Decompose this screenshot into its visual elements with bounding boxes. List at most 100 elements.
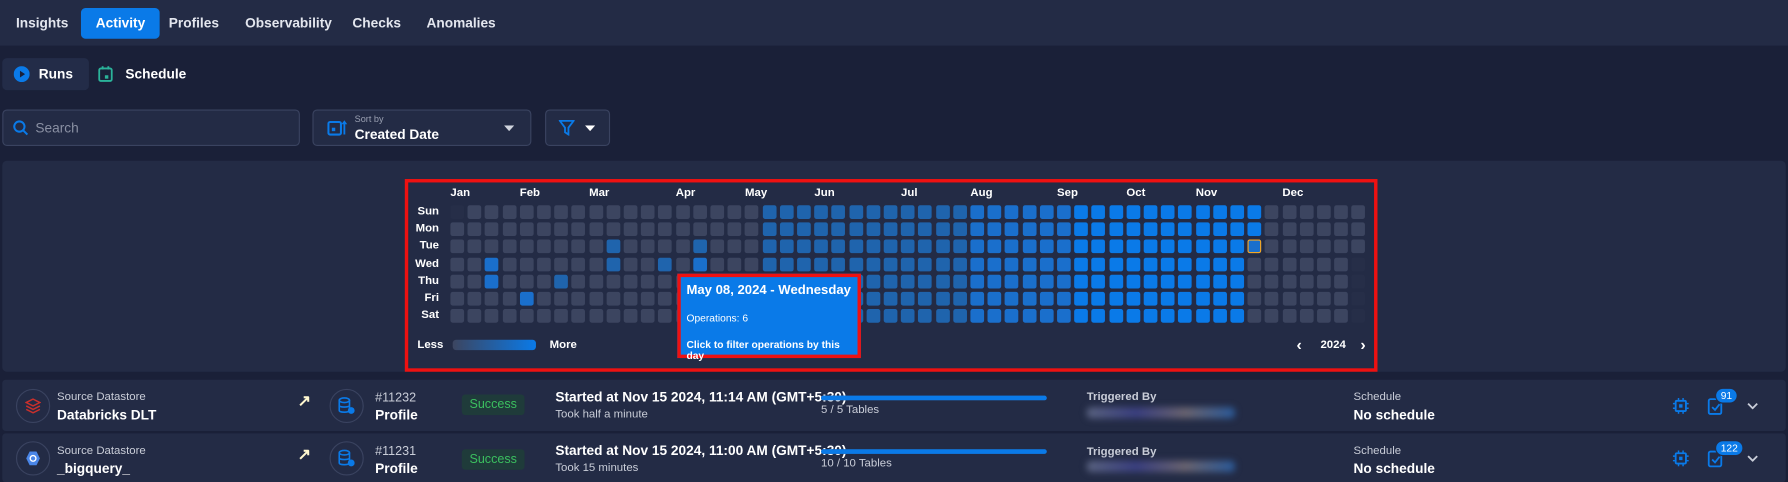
heatmap-cell[interactable] — [762, 222, 777, 237]
heatmap-cell[interactable] — [831, 205, 846, 219]
heatmap-cell[interactable] — [1213, 291, 1227, 306]
heatmap-cell[interactable] — [849, 222, 863, 237]
heatmap-cell[interactable] — [1299, 309, 1314, 323]
heatmap-cell[interactable] — [918, 239, 933, 254]
heatmap-cell[interactable] — [1143, 257, 1158, 271]
heatmap-cell[interactable] — [727, 257, 742, 271]
heatmap-cell[interactable] — [1161, 309, 1175, 323]
heatmap-cell[interactable] — [987, 257, 1002, 271]
heatmap-cell[interactable] — [1317, 291, 1331, 306]
heatmap-cell[interactable] — [1143, 291, 1158, 306]
heatmap-cell[interactable] — [953, 291, 967, 306]
heatmap-cell[interactable] — [1230, 291, 1245, 306]
heatmap-cell[interactable] — [1091, 239, 1106, 254]
tab-observability[interactable]: Observability — [230, 8, 346, 39]
heatmap-cell[interactable] — [623, 239, 638, 254]
filter-button[interactable] — [545, 109, 611, 146]
heatmap-cell[interactable] — [727, 205, 742, 219]
heatmap-cell[interactable] — [1178, 222, 1193, 237]
heatmap-cell[interactable] — [918, 309, 933, 323]
heatmap-cell[interactable] — [1213, 309, 1227, 323]
heatmap-cell[interactable] — [1178, 274, 1193, 289]
next-year-button[interactable]: › — [1360, 335, 1365, 353]
heatmap-cell[interactable] — [1091, 291, 1106, 306]
heatmap-cell[interactable] — [1213, 274, 1227, 289]
heatmap-cell[interactable] — [710, 239, 725, 254]
heatmap-cell[interactable] — [467, 309, 482, 323]
heatmap-cell[interactable] — [537, 309, 551, 323]
heatmap-cell[interactable] — [1230, 257, 1245, 271]
heatmap-cell[interactable] — [1005, 257, 1019, 271]
heatmap-cell[interactable] — [745, 205, 759, 219]
sort-select[interactable]: Sort by Created Date — [312, 109, 532, 146]
heatmap-cell[interactable] — [1126, 257, 1141, 271]
heatmap-cell[interactable] — [1022, 291, 1037, 306]
heatmap-cell[interactable] — [901, 239, 915, 254]
heatmap-cell[interactable] — [987, 239, 1002, 254]
heatmap-cell[interactable] — [935, 291, 950, 306]
heatmap-cell[interactable] — [606, 309, 621, 323]
heatmap-cell[interactable] — [1161, 239, 1175, 254]
heatmap-cell[interactable] — [970, 274, 985, 289]
heatmap-cell[interactable] — [502, 205, 517, 219]
heatmap-cell[interactable] — [1005, 291, 1019, 306]
heatmap-cell[interactable] — [1178, 291, 1193, 306]
heatmap-cell[interactable] — [1039, 222, 1054, 237]
heatmap-cell[interactable] — [1126, 274, 1141, 289]
heatmap-cell[interactable] — [1195, 309, 1210, 323]
heatmap-cell[interactable] — [1230, 205, 1245, 219]
heatmap-cell[interactable] — [1074, 239, 1089, 254]
heatmap-cell[interactable] — [1351, 205, 1366, 219]
heatmap-cell[interactable] — [866, 274, 881, 289]
heatmap-cell[interactable] — [1074, 291, 1089, 306]
heatmap-cell[interactable] — [571, 239, 586, 254]
heatmap-cell[interactable] — [1091, 309, 1106, 323]
heatmap-cell[interactable] — [571, 309, 586, 323]
heatmap-cell[interactable] — [1213, 239, 1227, 254]
heatmap-cell[interactable] — [1351, 239, 1366, 254]
heatmap-cell[interactable] — [1247, 257, 1262, 271]
heatmap-cell[interactable] — [623, 222, 638, 237]
heatmap-cell[interactable] — [710, 257, 725, 271]
heatmap-cell[interactable] — [1299, 239, 1314, 254]
heatmap-cell[interactable] — [1265, 239, 1279, 254]
heatmap-cell[interactable] — [571, 205, 586, 219]
heatmap-cell[interactable] — [987, 291, 1002, 306]
heatmap-cell[interactable] — [727, 239, 742, 254]
heatmap-cell[interactable] — [658, 291, 673, 306]
heatmap-cell[interactable] — [1265, 205, 1279, 219]
heatmap-cell[interactable] — [1126, 291, 1141, 306]
chevron-down-icon[interactable] — [1747, 454, 1758, 462]
heatmap-cell[interactable] — [1143, 222, 1158, 237]
heatmap-cell[interactable] — [953, 309, 967, 323]
heatmap-cell[interactable] — [883, 274, 898, 289]
heatmap-cell[interactable] — [537, 239, 551, 254]
heatmap-cell[interactable] — [1213, 205, 1227, 219]
heatmap-cell[interactable] — [883, 239, 898, 254]
heatmap-cell[interactable] — [970, 205, 985, 219]
heatmap-cell[interactable] — [1299, 257, 1314, 271]
heatmap-cell[interactable] — [1074, 205, 1089, 219]
heatmap-cell[interactable] — [883, 205, 898, 219]
heatmap-cell[interactable] — [953, 239, 967, 254]
heatmap-cell[interactable] — [710, 222, 725, 237]
heatmap-cell[interactable] — [450, 239, 465, 254]
heatmap-cell[interactable] — [710, 205, 725, 219]
heatmap-cell[interactable] — [1317, 239, 1331, 254]
heatmap-cell[interactable] — [1109, 239, 1123, 254]
heatmap-cell[interactable] — [519, 239, 534, 254]
heatmap-cell[interactable] — [831, 239, 846, 254]
heatmap-cell[interactable] — [554, 274, 569, 289]
heatmap-cell[interactable] — [658, 222, 673, 237]
heatmap-cell[interactable] — [467, 239, 482, 254]
heatmap-cell[interactable] — [1230, 274, 1245, 289]
heatmap-cell[interactable] — [658, 257, 673, 271]
heatmap-cell[interactable] — [1039, 257, 1054, 271]
search-input[interactable]: Search — [2, 109, 300, 146]
heatmap-cell[interactable] — [1299, 205, 1314, 219]
heatmap-cell[interactable] — [866, 239, 881, 254]
heatmap-cell[interactable] — [485, 239, 499, 254]
heatmap-cell[interactable] — [745, 222, 759, 237]
heatmap-cell[interactable] — [1109, 205, 1123, 219]
heatmap-cell[interactable] — [1161, 274, 1175, 289]
